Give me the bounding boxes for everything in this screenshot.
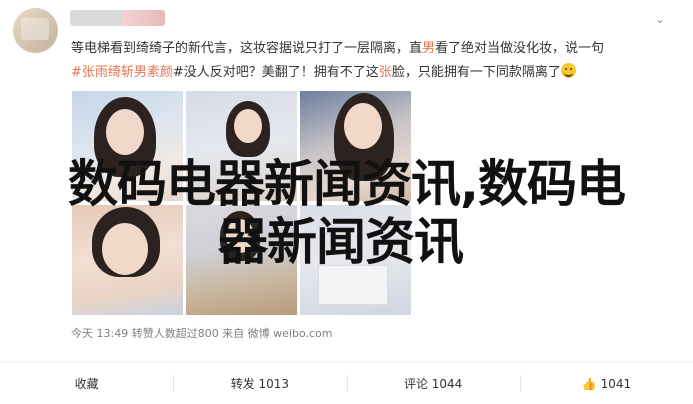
- hashtag-link[interactable]: #张雨绮斩男素颜: [71, 65, 173, 80]
- avatar[interactable]: [13, 8, 58, 53]
- photo-thumbnail[interactable]: [186, 91, 297, 201]
- post-text-part: 看了绝对当做没化妆，说一句: [435, 41, 605, 56]
- photo-thumbnail[interactable]: [300, 91, 411, 201]
- thumbs-up-icon: 👍: [581, 376, 597, 391]
- action-bar: 收藏 转发 1013 评论 1044 👍 1041: [0, 363, 693, 404]
- chevron-down-icon[interactable]: ⌄: [654, 14, 666, 25]
- post-text-part: 脸，只能拥有一下同款隔离了: [391, 65, 561, 80]
- post-text-highlight: 张: [378, 65, 392, 80]
- repost-button[interactable]: 转发 1013: [173, 363, 346, 404]
- comment-button[interactable]: 评论 1044: [346, 363, 520, 404]
- weibo-post-card: ⌄ 等电梯看到绮绮子的新代言，这妆容据说只打了一层隔离，直男看了绝对当做没化妆，…: [0, 0, 693, 404]
- username-blurred[interactable]: [70, 10, 165, 26]
- photo-thumbnail[interactable]: [72, 205, 183, 315]
- post-meta: 今天 13:49 转赞人数超过800 来自 微博 weibo.com: [71, 327, 333, 340]
- post-text: 等电梯看到绮绮子的新代言，这妆容据说只打了一层隔离，直男看了绝对当做没化妆，说一…: [71, 37, 671, 85]
- collect-label: 收藏: [74, 377, 99, 391]
- post-text-part: 等电梯看到绮绮子的新代言，这妆容据说只打了一层隔离，直: [71, 41, 423, 56]
- post-text-part: #没人反对吧？美翻了！拥有不了这: [172, 65, 379, 80]
- like-count: 1041: [600, 376, 632, 391]
- post-text-highlight: 男: [422, 41, 436, 56]
- collect-button[interactable]: 收藏: [0, 363, 173, 404]
- photo-thumbnail[interactable]: [300, 205, 411, 315]
- comment-label: 评论 1044: [403, 377, 463, 391]
- repost-label: 转发 1013: [230, 377, 290, 391]
- photo-thumbnail[interactable]: [72, 91, 183, 201]
- smile-emoji-icon: [560, 63, 576, 78]
- photo-thumbnail[interactable]: [186, 205, 297, 315]
- like-button[interactable]: 👍 1041: [519, 363, 693, 404]
